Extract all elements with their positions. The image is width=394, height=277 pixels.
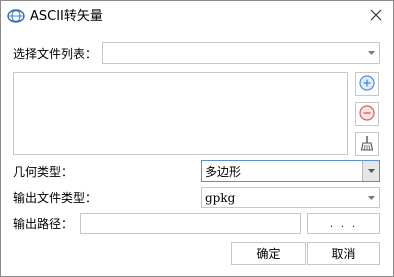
browse-button[interactable]: . . . bbox=[307, 213, 380, 234]
clear-list-button[interactable] bbox=[355, 132, 379, 156]
remove-file-button[interactable] bbox=[355, 102, 379, 126]
output-file-type-dropdown[interactable]: gpkg bbox=[201, 187, 380, 208]
file-list-dropdown[interactable] bbox=[102, 42, 380, 64]
cancel-button[interactable]: 取消 bbox=[307, 242, 380, 265]
geometry-type-selected: 多边形 bbox=[205, 164, 242, 179]
output-file-type-selected: gpkg bbox=[205, 190, 236, 205]
window-title: ASCII转矢量 bbox=[30, 9, 103, 24]
title-bar: ASCII转矢量 bbox=[1, 1, 393, 32]
add-file-button[interactable] bbox=[355, 72, 379, 96]
app-logo-icon bbox=[7, 9, 25, 23]
chevron-down-icon bbox=[362, 161, 379, 181]
file-list-label: 选择文件列表： bbox=[13, 47, 98, 61]
chevron-down-icon bbox=[363, 188, 379, 207]
output-path-input[interactable] bbox=[80, 213, 301, 234]
output-path-label: 输出路径： bbox=[13, 217, 74, 231]
ok-button[interactable]: 确定 bbox=[231, 242, 306, 265]
chevron-down-icon bbox=[363, 43, 379, 63]
broom-icon bbox=[360, 135, 374, 154]
output-file-type-label: 输出文件类型： bbox=[13, 191, 98, 205]
plus-circle-icon bbox=[359, 74, 375, 94]
close-button[interactable] bbox=[363, 4, 389, 28]
minus-circle-icon bbox=[359, 104, 375, 124]
geometry-type-dropdown[interactable]: 多边形 bbox=[201, 160, 380, 182]
close-icon bbox=[370, 9, 382, 24]
geometry-type-label: 几何类型： bbox=[13, 165, 74, 179]
file-listbox[interactable] bbox=[13, 72, 348, 155]
dialog-window: ASCII转矢量 选择文件列表： 几何类型： 多边形 输出文件类型： gpkg … bbox=[0, 0, 394, 277]
